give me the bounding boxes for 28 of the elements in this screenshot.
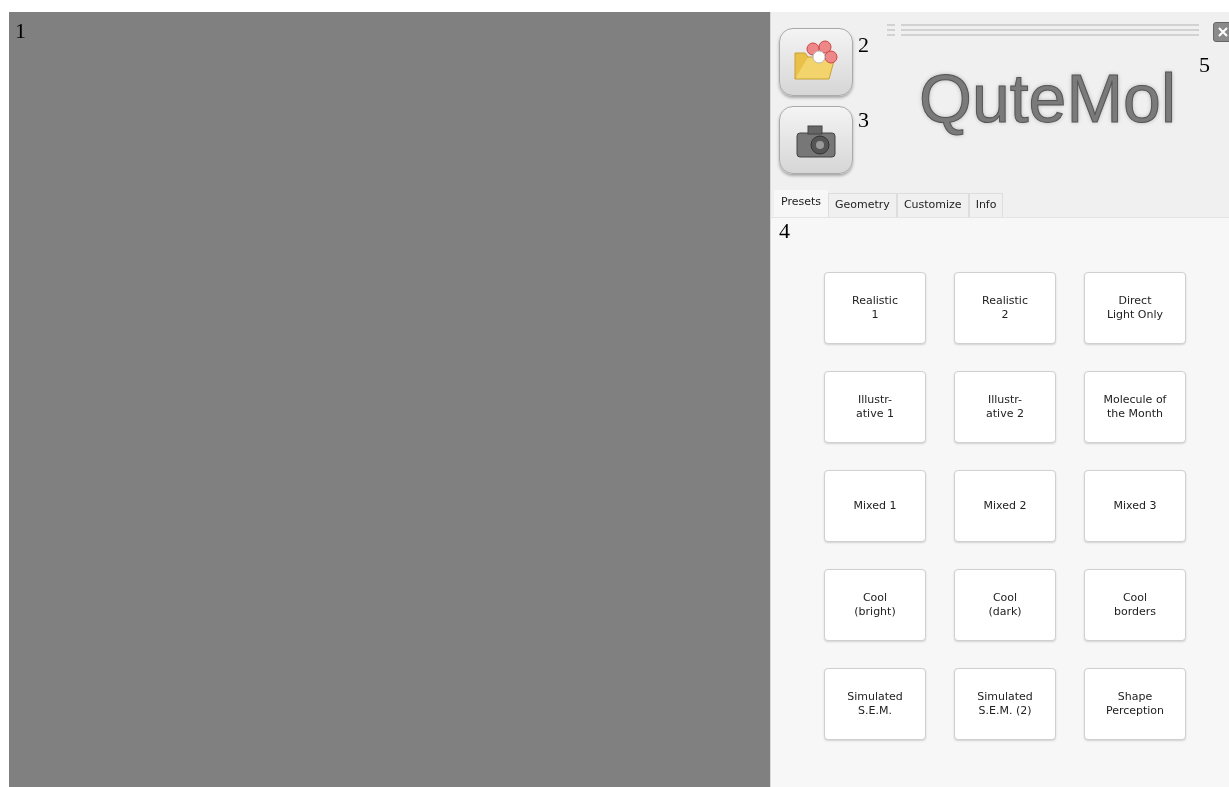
preset-button[interactable]: Molecule of the Month <box>1084 371 1186 443</box>
preset-button[interactable]: Mixed 3 <box>1084 470 1186 542</box>
preset-button[interactable]: Shape Perception <box>1084 668 1186 740</box>
preset-button[interactable]: Realistic 1 <box>824 272 926 344</box>
preset-button[interactable]: Mixed 2 <box>954 470 1056 542</box>
drag-handle[interactable] <box>887 22 1199 38</box>
callout-number: 5 <box>1199 54 1210 76</box>
callout-number: 4 <box>779 220 790 242</box>
tab[interactable]: Info <box>968 193 1004 217</box>
preset-button[interactable]: Cool (dark) <box>954 569 1056 641</box>
snapshot-button[interactable] <box>779 106 853 174</box>
callout-number: 1 <box>15 20 26 42</box>
preset-button[interactable]: Mixed 1 <box>824 470 926 542</box>
preset-button[interactable]: Direct Light Only <box>1084 272 1186 344</box>
preset-button[interactable]: Simulated S.E.M. <box>824 668 926 740</box>
preset-button[interactable]: Illustr- ative 1 <box>824 371 926 443</box>
close-button[interactable] <box>1213 22 1229 42</box>
tab[interactable]: Presets <box>774 190 829 217</box>
tab[interactable]: Geometry <box>828 193 897 217</box>
preset-button[interactable]: Cool borders <box>1084 569 1186 641</box>
callout-number: 3 <box>858 109 869 131</box>
callout-number: 2 <box>858 34 869 56</box>
preset-button[interactable]: Simulated S.E.M. (2) <box>954 668 1056 740</box>
close-icon <box>1217 26 1229 38</box>
tab[interactable]: Customize <box>896 193 969 217</box>
preset-button[interactable]: Realistic 2 <box>954 272 1056 344</box>
preset-button[interactable]: Cool (bright) <box>824 569 926 641</box>
preset-button[interactable]: Illustr- ative 2 <box>954 371 1056 443</box>
